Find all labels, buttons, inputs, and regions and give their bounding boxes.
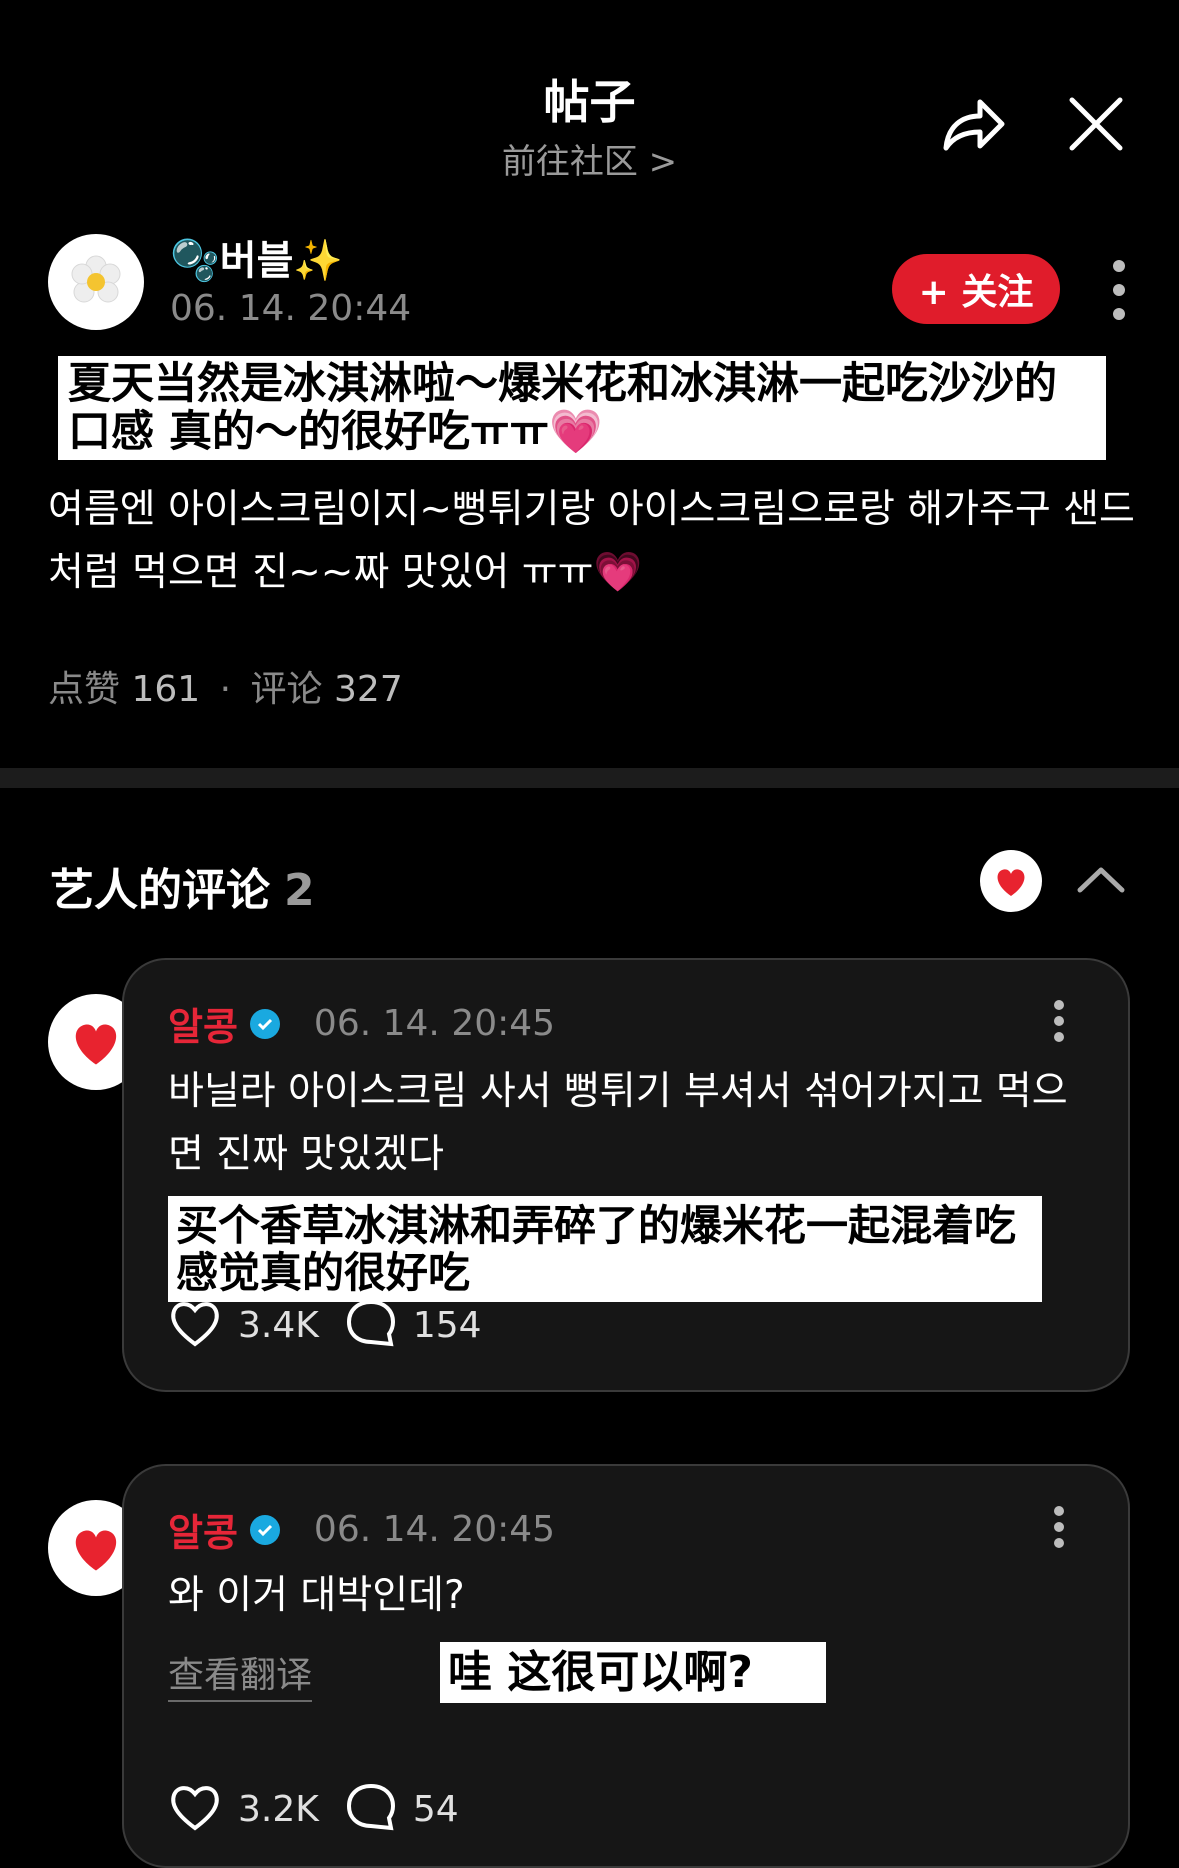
daisy-icon — [71, 255, 121, 303]
like-count: 3.4K — [238, 1304, 319, 1346]
post-stats: 点赞 161 · 评论 327 — [48, 669, 403, 710]
verified-badge-icon — [249, 1008, 280, 1039]
close-icon[interactable] — [1066, 94, 1126, 154]
post-author-avatar[interactable] — [48, 234, 144, 330]
comment-translation-overlay: 买个香草冰淇淋和弄碎了的爆米花一起混着吃 感觉真的很好吃 — [168, 1196, 1042, 1303]
commenter-name[interactable]: 알콩 — [168, 996, 238, 1051]
comment-text: 와 이거 대박인데? — [168, 1573, 465, 1618]
commenter-name[interactable]: 알콩 — [168, 1502, 238, 1557]
comment-header: 알콩 06. 14. 20:45 — [168, 1502, 555, 1557]
section-divider — [0, 768, 1179, 788]
see-translation-link[interactable]: 查看翻译 — [168, 1646, 313, 1702]
verified-badge-icon — [249, 1514, 280, 1545]
artist-comments-count: 2 — [284, 865, 315, 916]
like-icon[interactable] — [168, 1298, 222, 1352]
post-timestamp: 06. 14. 20:44 — [170, 288, 412, 329]
heart-icon — [75, 1530, 117, 1571]
comment-actions: 3.4K 154 — [168, 1298, 482, 1352]
comment-actions: 3.2K 54 — [168, 1782, 459, 1836]
post-translation-overlay: 夏天当然是冰淇淋啦～爆米花和冰淇淋一起吃沙沙的口感 真的～的很好吃ㅠㅠ💗 — [58, 356, 1106, 461]
comment-header: 알콩 06. 14. 20:45 — [168, 996, 555, 1051]
comment-card[interactable]: 알콩 06. 14. 20:45 바닐라 아이스크림 사서 뻥튀기 부셔서 섞어… — [122, 958, 1130, 1392]
artist-filter-avatar[interactable] — [980, 850, 1042, 912]
post-author-name[interactable]: 🫧버블✨ — [170, 228, 343, 286]
like-icon[interactable] — [168, 1782, 222, 1836]
comment-translation-overlay: 哇 这很可以啊? — [440, 1642, 826, 1704]
comment-more-icon[interactable] — [1052, 1506, 1066, 1548]
follow-button[interactable]: + 关注 — [892, 254, 1060, 324]
likes-label: 点赞 — [48, 669, 121, 710]
heart-icon — [997, 869, 1025, 896]
share-icon[interactable] — [938, 92, 1008, 156]
comments-label: 评论 — [250, 669, 323, 710]
post-more-icon[interactable] — [1108, 260, 1130, 320]
reply-icon[interactable] — [345, 1782, 397, 1836]
comment-more-icon[interactable] — [1052, 1000, 1066, 1042]
post-body-text: 여름엔 아이스크림이지~뻥튀기랑 아이스크림으로랑 해가주구 샌드처럼 먹으면 … — [48, 487, 1135, 595]
artist-comments-header: 艺人的评论 2 — [50, 854, 315, 918]
heart-icon — [75, 1024, 117, 1065]
reply-count: 154 — [412, 1304, 482, 1346]
likes-count: 161 — [131, 669, 201, 710]
comments-count: 327 — [334, 669, 403, 710]
reply-icon[interactable] — [345, 1298, 397, 1352]
reply-count: 54 — [412, 1788, 459, 1830]
comment-card[interactable]: 알콩 06. 14. 20:45 와 이거 대박인데? 查看翻译 哇 这很可以啊… — [122, 1464, 1130, 1868]
comment-timestamp: 06. 14. 20:45 — [313, 1509, 556, 1550]
collapse-chevron-icon[interactable] — [1076, 862, 1126, 894]
artist-comments-title: 艺人的评论 — [50, 865, 270, 916]
comment-timestamp: 06. 14. 20:45 — [313, 1003, 556, 1044]
comment-text: 바닐라 아이스크림 사서 뻥튀기 부셔서 섞어가지고 먹으면 진짜 맛있겠다 — [168, 1069, 1068, 1177]
like-count: 3.2K — [238, 1788, 319, 1830]
